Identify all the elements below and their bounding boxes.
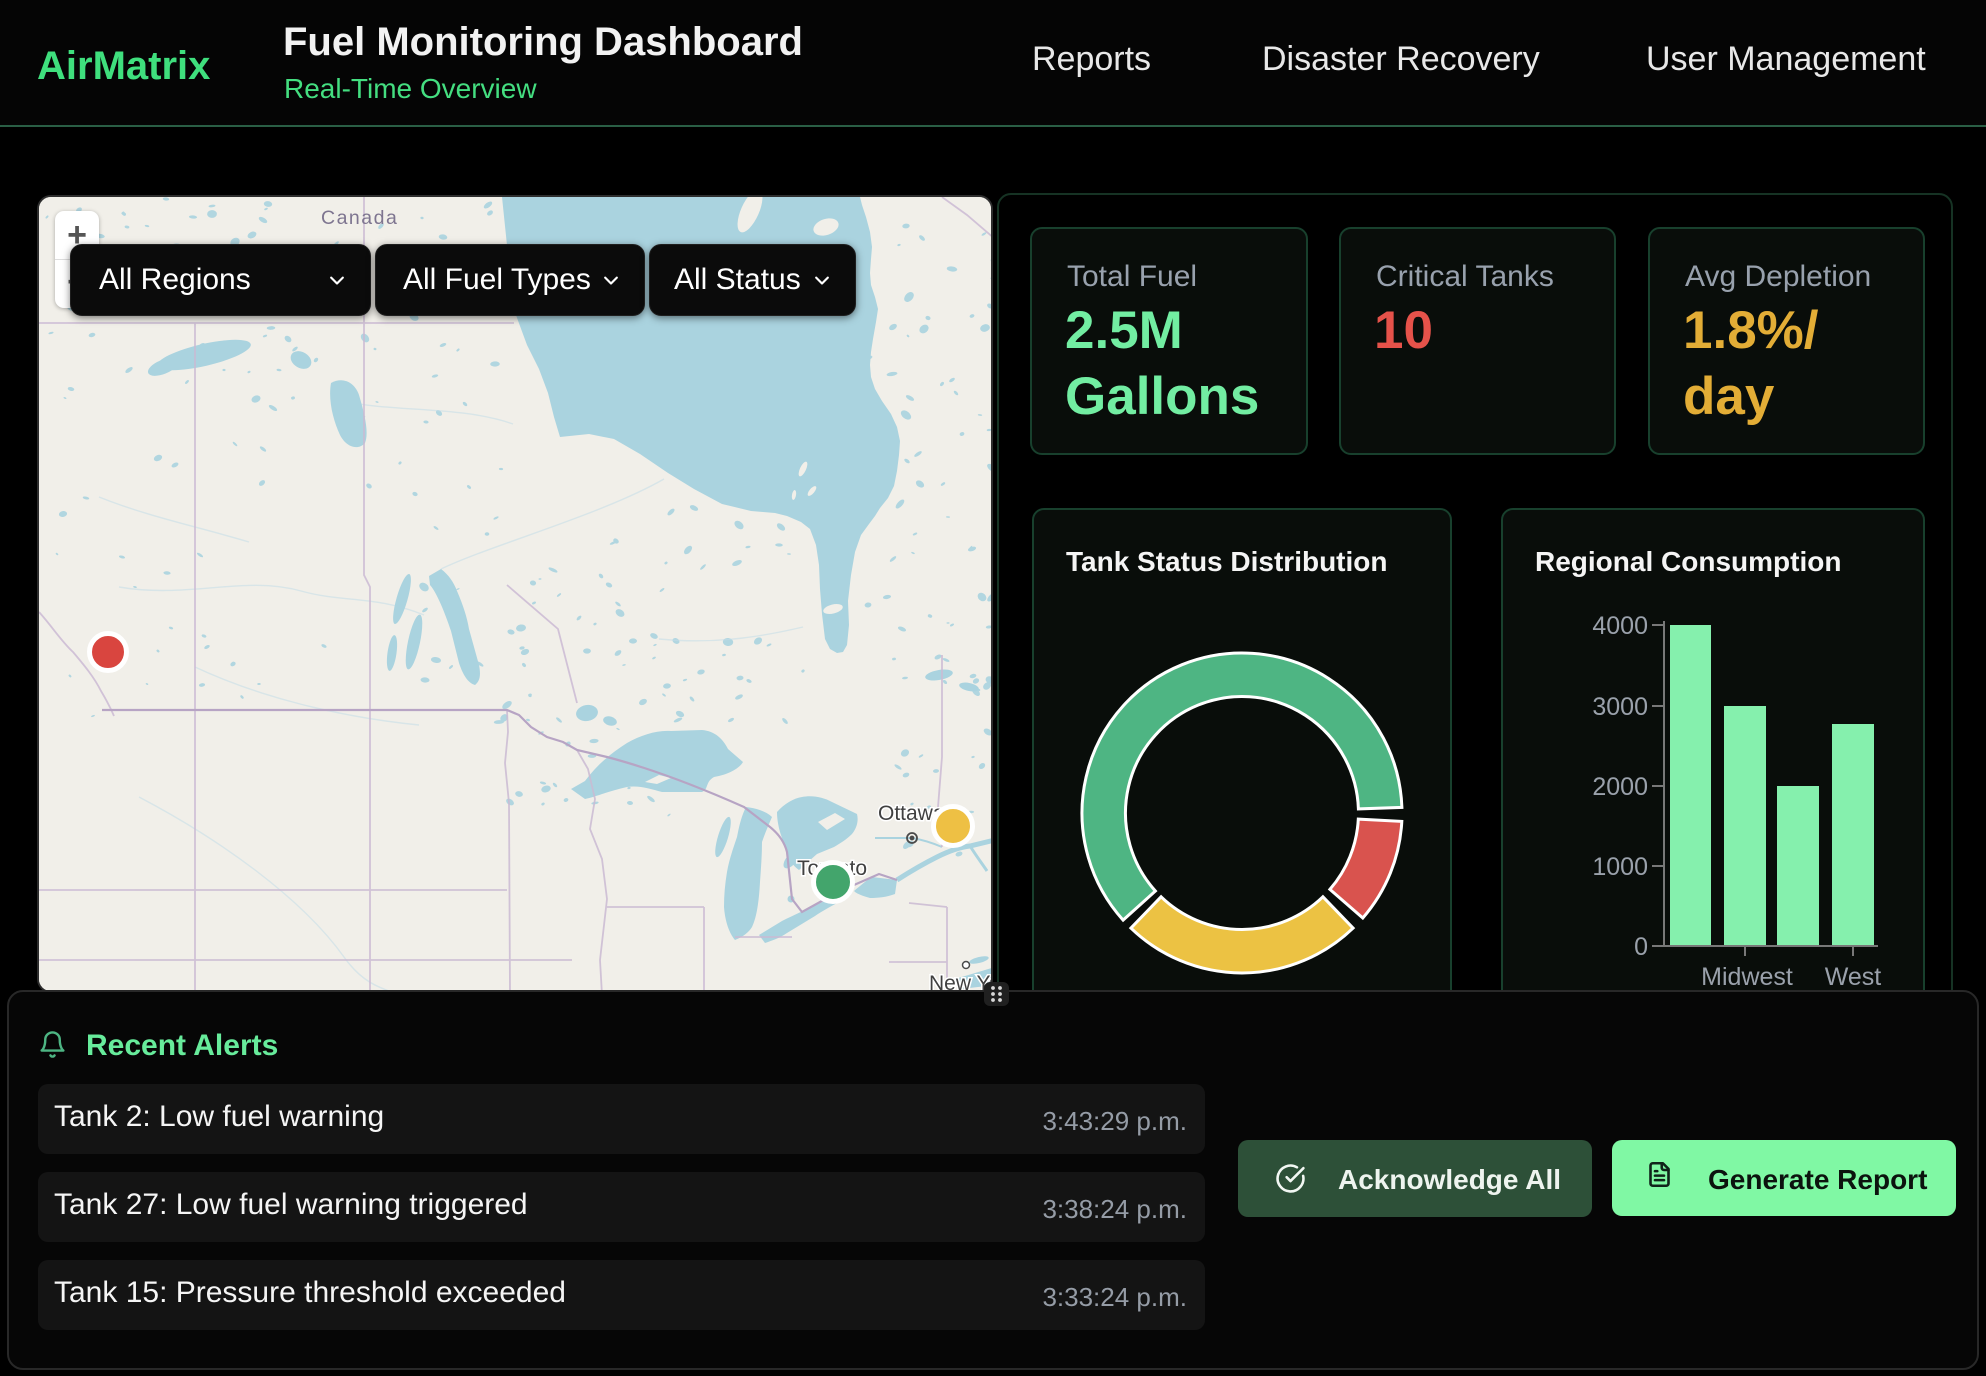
svg-text:2000: 2000 — [1592, 773, 1648, 801]
svg-text:Canada: Canada — [321, 207, 398, 229]
svg-text:3000: 3000 — [1592, 693, 1648, 721]
svg-text:Midwest: Midwest — [1701, 963, 1793, 990]
svg-text:West: West — [1825, 963, 1882, 990]
svg-text:0: 0 — [1634, 933, 1648, 961]
svg-text:1000: 1000 — [1592, 853, 1648, 881]
svg-text:4000: 4000 — [1592, 612, 1648, 640]
